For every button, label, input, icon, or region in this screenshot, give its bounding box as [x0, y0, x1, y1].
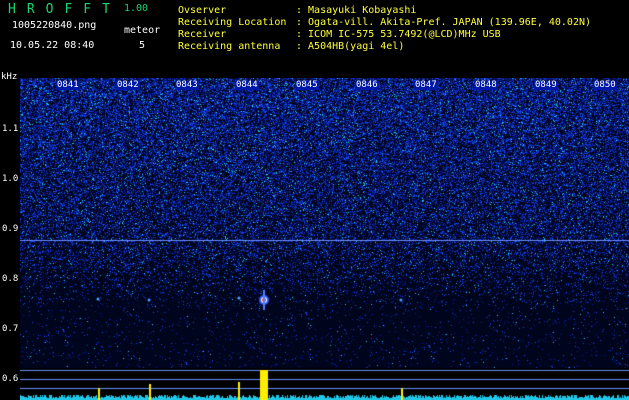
time-tick: 0848	[474, 80, 498, 90]
freq-tick: 1.0	[2, 174, 19, 184]
receiver-value: : ICOM IC-575 53.7492(@LCD)MHz USB	[296, 29, 501, 40]
freq-tick: 0.9	[2, 224, 19, 234]
time-tick: 0849	[534, 80, 558, 90]
time-tick: 0843	[175, 80, 199, 90]
time-tick: 0850	[593, 80, 617, 90]
freq-tick: 1.1	[2, 124, 19, 134]
antenna-value: : A504HB(yagi 4el)	[296, 41, 405, 52]
capture-datetime: 10.05.22 08:40	[10, 40, 95, 51]
antenna-label: Receiving antenna	[178, 41, 281, 52]
waterfall-canvas	[20, 78, 629, 400]
meteor-label: meteor	[124, 25, 161, 36]
time-tick: 0841	[56, 80, 80, 90]
location-label: Receiving Location	[178, 17, 287, 28]
freq-tick: 0.6	[2, 374, 19, 384]
observer-value: : Masayuki Kobayashi	[296, 5, 417, 16]
time-tick: 0842	[116, 80, 140, 90]
file-name: 1005220840.png	[12, 20, 97, 31]
time-tick: 0844	[235, 80, 259, 90]
receiver-label: Receiver	[178, 29, 227, 40]
location-value: : Ogata-vill. Akita-Pref. JAPAN (139.96E…	[296, 17, 592, 28]
time-tick: 0845	[295, 80, 319, 90]
spectrogram-panel: kHz 1.1 1.0 0.9 0.8 0.7 0.6 0841 0842 08…	[0, 73, 629, 400]
time-tick: 0847	[414, 80, 438, 90]
time-tick: 0846	[355, 80, 379, 90]
meteor-count: 5	[139, 40, 146, 51]
freq-tick: 0.8	[2, 274, 19, 284]
app-version: 1.00	[124, 3, 149, 14]
frequency-axis: kHz 1.1 1.0 0.9 0.8 0.7 0.6	[0, 73, 20, 400]
freq-tick: 0.7	[2, 324, 19, 334]
frequency-unit: kHz	[1, 72, 18, 82]
app-title: HROFFT	[8, 2, 121, 17]
observer-label: Ovserver	[178, 5, 227, 16]
header-panel: HROFFT 1.00 1005220840.png meteor 10.05.…	[0, 0, 629, 78]
